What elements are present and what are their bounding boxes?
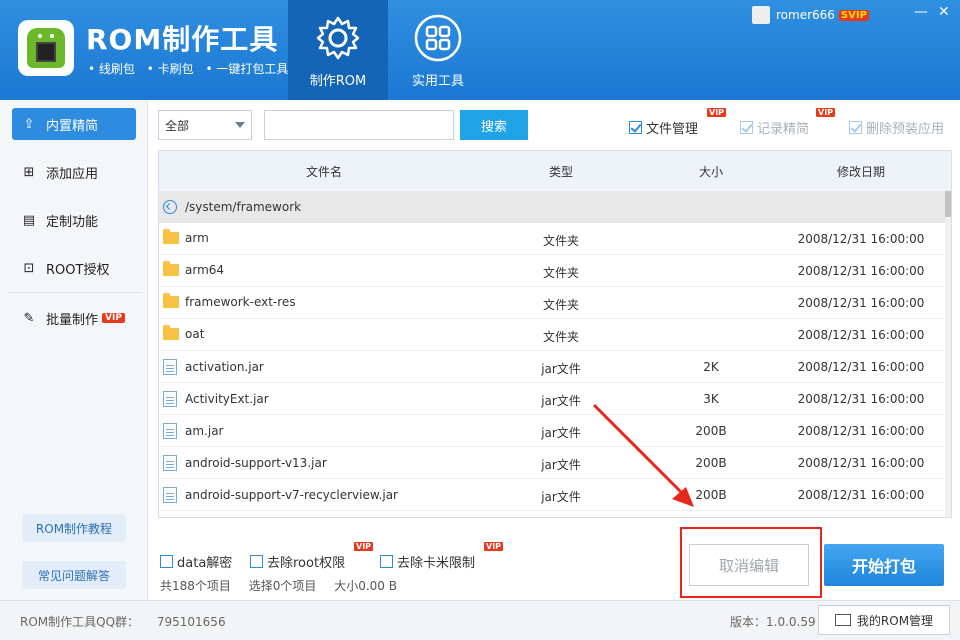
app-logo xyxy=(18,20,74,76)
sidebar-item-add-app[interactable]: ⊞ 添加应用 xyxy=(12,156,136,188)
table-row[interactable]: framework-ext-res 文件夹 2008/12/31 16:00:0… xyxy=(159,287,945,319)
table-row[interactable]: android-support-v13.jar jar文件 200B 2008/… xyxy=(159,447,945,479)
file-icon xyxy=(163,487,177,503)
table-row[interactable]: arm64 文件夹 2008/12/31 16:00:00 xyxy=(159,255,945,287)
avatar xyxy=(752,6,770,24)
minimize-icon[interactable]: — xyxy=(914,4,928,20)
tab-make-rom[interactable]: 制作ROM xyxy=(288,0,388,100)
selected-size: 大小0.00 B xyxy=(334,579,397,593)
table-row[interactable]: arm 文件夹 2008/12/31 16:00:00 xyxy=(159,223,945,255)
sidebar-item-batch[interactable]: ✎ 批量制作 VIP xyxy=(12,302,136,334)
start-pack-button[interactable]: 开始打包 xyxy=(824,544,944,586)
vip-badge: VIP xyxy=(707,108,727,117)
file-icon xyxy=(163,359,177,375)
tab-tools[interactable]: 实用工具 xyxy=(388,0,488,100)
lock-icon: ⊡ xyxy=(23,260,35,276)
header-date[interactable]: 修改日期 xyxy=(783,163,939,180)
chevron-down-icon xyxy=(235,122,245,128)
checkbox-icon xyxy=(250,555,263,568)
file-icon xyxy=(163,423,177,439)
search-input[interactable] xyxy=(264,110,454,140)
total-count: 共188个项目 xyxy=(160,579,231,593)
remove-root-checkbox[interactable]: 去除root权限 VIP xyxy=(250,542,374,571)
checkbox-icon xyxy=(160,555,173,568)
svip-badge: SVIP xyxy=(838,9,869,21)
folder-icon xyxy=(163,325,179,340)
grid-icon xyxy=(414,14,462,62)
plus-box-icon: ⊞ xyxy=(23,164,35,180)
back-icon[interactable] xyxy=(163,200,177,214)
header-type[interactable]: 类型 xyxy=(499,163,623,180)
scrollbar-thumb[interactable] xyxy=(945,191,951,217)
path-row[interactable]: /system/framework xyxy=(159,191,945,223)
edit-icon: ✎ xyxy=(23,310,35,326)
sidebar-item-custom[interactable]: ▤ 定制功能 xyxy=(12,204,136,236)
table-row[interactable]: android-support-v7-recyclerview.jar jar文… xyxy=(159,479,945,511)
sidebar-item-root[interactable]: ⊡ ROOT授权 xyxy=(12,252,136,284)
checkbox-checked-icon xyxy=(740,121,753,134)
table-header: 文件名 类型 大小 修改日期 xyxy=(159,151,951,191)
monitor-icon xyxy=(834,614,851,626)
title-bar: ROM制作工具 • 线刷包 • 卡刷包 • 一键打包工具 制作ROM 实用工具 … xyxy=(0,0,960,100)
item-stats: 共188个项目 选择0个项目 大小0.00 B xyxy=(160,577,411,594)
close-icon[interactable]: ✕ xyxy=(938,4,950,20)
gear-icon xyxy=(316,16,360,60)
selected-count: 选择0个项目 xyxy=(248,579,317,593)
file-manage-checkbox[interactable]: 文件管理 VIP xyxy=(629,108,727,137)
qq-label: ROM制作工具QQ群： xyxy=(20,615,140,629)
vip-badge: VIP xyxy=(354,542,374,551)
checkbox-checked-icon xyxy=(849,121,862,134)
tutorial-button[interactable]: ROM制作教程 xyxy=(22,514,126,542)
faq-button[interactable]: 常见问题解答 xyxy=(22,561,126,589)
scrollbar-track[interactable] xyxy=(945,191,951,517)
search-button[interactable]: 搜索 xyxy=(460,110,528,140)
annotation-arrow xyxy=(592,403,694,507)
filter-select[interactable]: 全部 xyxy=(158,110,252,140)
version-label: 版本：1.0.0.59 xyxy=(730,615,816,629)
record-slim-checkbox[interactable]: 记录精简 VIP xyxy=(740,108,836,137)
sidebar-item-builtin-slim[interactable]: ⇪ 内置精简 xyxy=(12,108,136,140)
export-icon: ⇪ xyxy=(23,116,35,132)
header-name[interactable]: 文件名 xyxy=(159,163,489,180)
qq-number: 795101656 xyxy=(156,615,226,629)
table-row[interactable]: ActivityExt.jar jar文件 3K 2008/12/31 16:0… xyxy=(159,383,945,415)
user-name: romer666 xyxy=(776,8,835,22)
current-path: /system/framework xyxy=(185,200,302,214)
app-title: ROM制作工具 xyxy=(86,23,279,56)
annotation-highlight-box xyxy=(680,527,822,598)
vip-badge: VIP xyxy=(816,108,836,117)
sidebar-divider xyxy=(8,292,140,293)
table-row[interactable]: activation.jar jar文件 2K 2008/12/31 16:00… xyxy=(159,351,945,383)
file-icon xyxy=(163,455,177,471)
file-table: 文件名 类型 大小 修改日期 /system/framework arm 文件夹… xyxy=(158,150,952,518)
checkbox-icon xyxy=(380,555,393,568)
folder-icon xyxy=(163,229,179,244)
folder-icon xyxy=(163,293,179,308)
vip-badge: VIP xyxy=(484,542,504,551)
user-info[interactable]: romer666 SVIP xyxy=(752,6,869,24)
app-subtitle: • 线刷包 • 卡刷包 • 一键打包工具 xyxy=(88,62,289,76)
file-icon xyxy=(163,391,177,407)
data-decrypt-checkbox[interactable]: data解密 xyxy=(160,552,232,571)
my-rom-button[interactable]: 我的ROM管理 xyxy=(818,605,950,635)
header-size[interactable]: 大小 xyxy=(649,163,773,180)
table-row[interactable]: oat 文件夹 2008/12/31 16:00:00 xyxy=(159,319,945,351)
delete-preinstalled-checkbox[interactable]: 删除预装应用 xyxy=(849,118,944,137)
checkbox-checked-icon xyxy=(629,121,642,134)
status-bar: ROM制作工具QQ群： 795101656 版本：1.0.0.59 xyxy=(0,600,960,640)
folder-icon xyxy=(163,261,179,276)
doc-edit-icon: ▤ xyxy=(22,212,36,228)
table-row[interactable]: am.jar jar文件 200B 2008/12/31 16:00:00 xyxy=(159,415,945,447)
remove-kami-checkbox[interactable]: 去除卡米限制 VIP xyxy=(380,542,504,571)
vip-badge: VIP xyxy=(102,313,125,323)
